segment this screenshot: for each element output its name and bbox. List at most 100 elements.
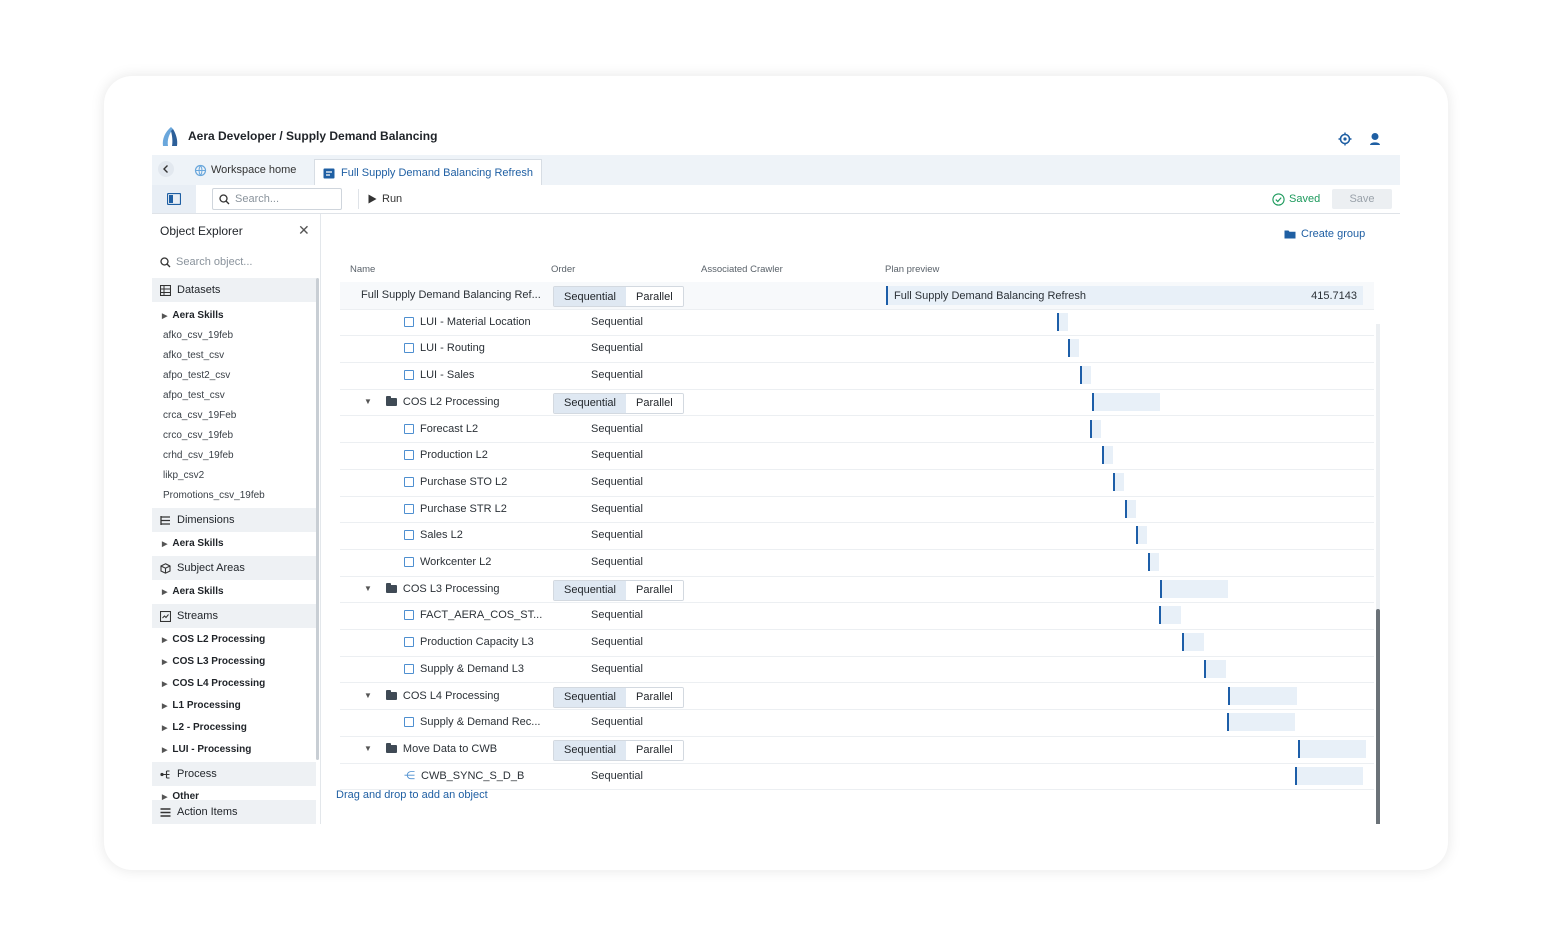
table-row[interactable]: Production Capacity L3 Sequential bbox=[340, 629, 1374, 657]
dataset-item[interactable]: likp_csv2 bbox=[163, 470, 204, 481]
tree-node-stream[interactable]: ▶ COS L3 Processing bbox=[162, 656, 265, 667]
order-toggle[interactable]: Sequential Parallel bbox=[553, 392, 684, 414]
table-row[interactable]: LUI - Routing Sequential bbox=[340, 335, 1374, 364]
parallel-option[interactable]: Parallel bbox=[626, 740, 683, 760]
run-button[interactable]: Run bbox=[368, 185, 402, 213]
tab-full-refresh[interactable]: Full Supply Demand Balancing Refresh bbox=[314, 159, 542, 186]
dataset-item[interactable]: Promotions_csv_19feb bbox=[163, 490, 265, 501]
table-scrollbar[interactable] bbox=[1376, 324, 1380, 824]
table-row[interactable]: Production L2 Sequential bbox=[340, 442, 1374, 470]
caret-right-icon: ▶ bbox=[162, 658, 168, 666]
plan-bar-start-marker bbox=[1125, 499, 1127, 518]
close-icon[interactable]: ✕ bbox=[298, 222, 310, 239]
group-row[interactable]: ▼ COS L4 Processing Sequential Parallel bbox=[340, 683, 1374, 711]
plan-preview-bar bbox=[1125, 499, 1136, 518]
table-row[interactable]: FACT_AERA_COS_ST... Sequential bbox=[340, 602, 1374, 631]
tree-node-stream[interactable]: ▶ COS L4 Processing bbox=[162, 678, 265, 689]
tree-node-stream[interactable]: ▶ LUI - Processing bbox=[162, 744, 251, 755]
table-row[interactable]: LUI - Material Location Sequential bbox=[340, 309, 1374, 337]
stream-icon bbox=[404, 503, 414, 514]
parallel-option[interactable]: Parallel bbox=[626, 580, 683, 600]
tree-node-stream[interactable]: ▶ L2 - Processing bbox=[162, 722, 247, 733]
group-row[interactable]: ▼ COS L3 Processing Sequential Parallel bbox=[340, 576, 1374, 604]
group-row[interactable]: ▼ Move Data to CWB Sequential Parallel bbox=[340, 736, 1374, 764]
caret-down-icon[interactable]: ▼ bbox=[364, 691, 372, 700]
sequential-option[interactable]: Sequential bbox=[554, 287, 626, 306]
sidebar-toggle-button[interactable] bbox=[152, 185, 196, 213]
caret-down-icon[interactable]: ▼ bbox=[364, 744, 372, 753]
caret-down-icon[interactable]: ▼ bbox=[364, 584, 372, 593]
dataset-item[interactable]: afpo_test2_csv bbox=[163, 370, 230, 381]
name-cell: ▼ Move Data to CWB bbox=[364, 736, 497, 762]
plan-preview-bar bbox=[1295, 766, 1363, 785]
root-row[interactable]: Full Supply Demand Balancing Ref... Seque… bbox=[340, 282, 1374, 310]
explorer-title: Object Explorer bbox=[160, 224, 243, 238]
scrollbar-thumb[interactable] bbox=[1376, 609, 1380, 824]
sequential-option[interactable]: Sequential bbox=[554, 687, 626, 707]
section-process[interactable]: Process bbox=[152, 762, 316, 786]
row-label: Purchase STR L2 bbox=[420, 502, 507, 515]
sequential-option[interactable]: Sequential bbox=[554, 740, 626, 760]
table-row[interactable]: Forecast L2 Sequential bbox=[340, 416, 1374, 444]
tree-node-stream[interactable]: ▶ L1 Processing bbox=[162, 700, 241, 711]
plan-total-value: 415.7143 bbox=[1311, 289, 1357, 302]
tree-node-subject-aera-skills[interactable]: ▶ Aera Skills bbox=[162, 586, 224, 597]
tab-workspace-home[interactable]: Workspace home bbox=[194, 155, 296, 185]
tree-node-label: COS L2 Processing bbox=[172, 634, 266, 645]
dataset-item[interactable]: afko_csv_19feb bbox=[163, 330, 233, 341]
table-row[interactable]: Purchase STO L2 Sequential bbox=[340, 469, 1374, 497]
tree-node-label: Aera Skills bbox=[172, 586, 224, 597]
table-row[interactable]: ⋲ CWB_SYNC_S_D_B Sequential bbox=[340, 763, 1374, 791]
name-cell: Production L2 bbox=[404, 442, 488, 468]
settings-icon[interactable] bbox=[1338, 132, 1352, 146]
order-toggle[interactable]: Sequential Parallel bbox=[553, 286, 684, 307]
parallel-option[interactable]: Parallel bbox=[626, 687, 683, 707]
table-row[interactable]: Supply & Demand Rec... Sequential bbox=[340, 709, 1374, 737]
dataset-item[interactable]: crca_csv_19Feb bbox=[163, 410, 236, 421]
save-button[interactable]: Save bbox=[1332, 189, 1392, 209]
tree-node-dimensions-aera-skills[interactable]: ▶ Aera Skills bbox=[162, 538, 224, 549]
section-datasets[interactable]: Datasets bbox=[152, 278, 316, 302]
sequential-option[interactable]: Sequential bbox=[554, 580, 626, 600]
order-toggle[interactable]: Sequential Parallel bbox=[553, 579, 684, 601]
stream-icon bbox=[404, 476, 414, 487]
saved-status: Saved bbox=[1272, 185, 1320, 213]
caret-down-icon[interactable]: ▼ bbox=[364, 397, 372, 406]
plan-bar-start-marker bbox=[1113, 472, 1115, 491]
create-group-label: Create group bbox=[1301, 228, 1366, 240]
tree-node-datasets-aera-skills[interactable]: ▶ Aera Skills bbox=[162, 310, 224, 321]
dataset-item[interactable]: afko_test_csv bbox=[163, 350, 224, 361]
table-row[interactable]: Sales L2 Sequential bbox=[340, 522, 1374, 550]
table-row[interactable]: LUI - Sales Sequential bbox=[340, 362, 1374, 390]
explorer-search-input[interactable]: Search object... bbox=[160, 256, 252, 268]
parallel-option[interactable]: Parallel bbox=[626, 287, 683, 306]
table-row[interactable]: Supply & Demand L3 Sequential bbox=[340, 656, 1374, 684]
table-row[interactable]: Workcenter L2 Sequential bbox=[340, 549, 1374, 577]
explorer-scrollbar[interactable] bbox=[316, 278, 319, 760]
row-label: Supply & Demand Rec... bbox=[420, 716, 541, 729]
section-subject-areas[interactable]: Subject Areas bbox=[152, 556, 316, 580]
section-streams[interactable]: Streams bbox=[152, 604, 316, 628]
dataset-item[interactable]: crco_csv_19feb bbox=[163, 430, 233, 441]
section-action-items[interactable]: Action Items bbox=[152, 800, 316, 824]
dataset-item[interactable]: afpo_test_csv bbox=[163, 390, 225, 401]
order-cell: Sequential bbox=[591, 529, 643, 542]
toolbar: Search... Run Saved Save bbox=[152, 185, 1400, 214]
toolbar-search-input[interactable]: Search... bbox=[212, 188, 342, 210]
title-bar: Aera Developer / Supply Demand Balancing bbox=[152, 116, 1400, 156]
order-toggle[interactable]: Sequential Parallel bbox=[553, 739, 684, 761]
tree-node-stream[interactable]: ▶ COS L2 Processing bbox=[162, 634, 265, 645]
header-name: Name bbox=[350, 264, 376, 275]
aera-logo-icon bbox=[162, 127, 178, 146]
section-dimensions[interactable]: Dimensions bbox=[152, 508, 316, 532]
parallel-option[interactable]: Parallel bbox=[626, 393, 683, 413]
create-group-button[interactable]: Create group bbox=[1284, 228, 1365, 240]
table-row[interactable]: Purchase STR L2 Sequential bbox=[340, 496, 1374, 524]
order-toggle[interactable]: Sequential Parallel bbox=[553, 686, 684, 708]
name-cell: Purchase STO L2 bbox=[404, 469, 507, 495]
group-row[interactable]: ▼ COS L2 Processing Sequential Parallel bbox=[340, 389, 1374, 417]
user-assist-icon[interactable] bbox=[1368, 132, 1382, 146]
dataset-item[interactable]: crhd_csv_19feb bbox=[163, 450, 234, 461]
back-button[interactable] bbox=[158, 161, 174, 177]
sequential-option[interactable]: Sequential bbox=[554, 393, 626, 413]
